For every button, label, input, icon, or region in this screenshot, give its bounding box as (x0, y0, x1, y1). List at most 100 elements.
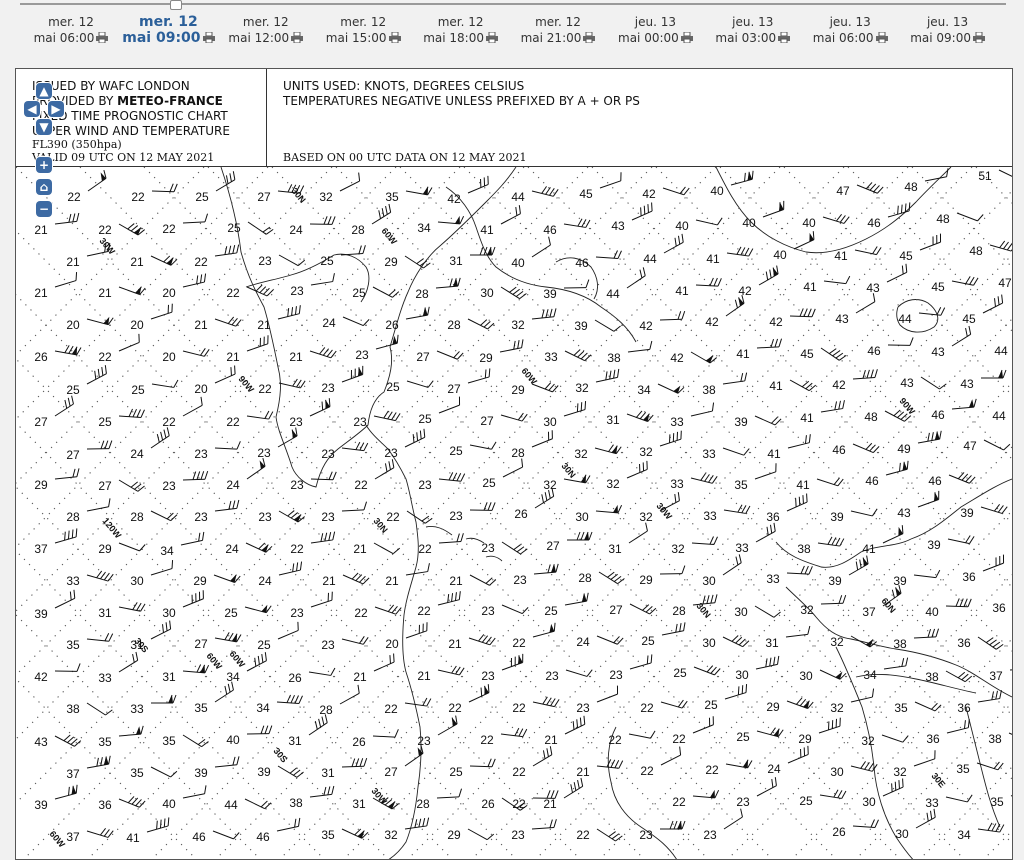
wind-barb (629, 203, 655, 220)
temperature-value: 45 (899, 249, 913, 263)
pan-right-button[interactable]: ▶ (48, 101, 64, 117)
wind-barb (566, 662, 592, 677)
timestep-4[interactable]: mer. 12mai 18:00 (413, 14, 509, 46)
home-button[interactable]: ⌂ (36, 179, 52, 195)
wind-barb (853, 818, 878, 828)
print-icon[interactable] (291, 32, 303, 43)
timestep-7[interactable]: jeu. 13mai 03:00 (705, 14, 801, 46)
timestep-time-label: mai 09:00 (122, 30, 200, 46)
wind-barb (502, 535, 527, 555)
print-icon[interactable] (203, 32, 215, 43)
pan-up-button[interactable]: ▲ (36, 83, 52, 99)
temperature-value: 21 (417, 669, 431, 683)
timestep-time: mai 00:00 (607, 30, 703, 46)
wind-barb (696, 277, 721, 286)
timestep-2[interactable]: mer. 12mai 12:00 (218, 14, 314, 46)
temperature-value: 45 (579, 187, 593, 201)
wind-barb (1009, 660, 1012, 670)
temperature-value: 28 (351, 223, 365, 237)
print-icon[interactable] (389, 32, 401, 43)
wind-barb (853, 437, 879, 454)
wind-barb (343, 568, 369, 585)
wind-barb (116, 334, 142, 351)
temperature-value: 30 (862, 795, 876, 809)
wind-barb (727, 245, 753, 256)
wind-barb (470, 437, 496, 450)
timestep-6[interactable]: jeu. 13mai 00:00 (607, 14, 703, 46)
slider-track[interactable] (20, 3, 1006, 5)
wind-temperature-map[interactable]: 2222252732354244454240474851212222252428… (16, 167, 1012, 860)
wind-barb (151, 504, 177, 522)
timestep-day: mer. 12 (218, 14, 314, 30)
temperature-value: 40 (925, 605, 939, 619)
temperature-value: 34 (637, 383, 651, 397)
wind-barb (948, 326, 973, 346)
wind-barb (663, 180, 689, 195)
grid-line (80, 167, 780, 860)
units-text: UNITS USED: KNOTS, DEGREES CELSIUS (283, 79, 524, 93)
temperature-value: 23 (355, 348, 369, 362)
wind-barb (119, 217, 145, 236)
wind-barb (855, 242, 881, 255)
wind-barb (596, 503, 622, 513)
wind-barb (215, 311, 241, 327)
pan-left-button[interactable]: ◀ (24, 101, 40, 117)
temperature-value: 25 (544, 604, 558, 618)
print-icon[interactable] (973, 32, 985, 43)
wind-barb (567, 532, 592, 540)
print-icon[interactable] (778, 32, 790, 43)
wind-barb (912, 809, 938, 828)
pan-down-button[interactable]: ▼ (36, 119, 52, 135)
wind-barb (245, 599, 271, 613)
wind-barb (181, 785, 207, 798)
wind-barb (752, 523, 778, 542)
temperature-value: 27 (609, 603, 623, 617)
chart-header-left: ISSUED BY WAFC LONDON PROVIDED BY METEO-… (16, 69, 267, 166)
wind-barb (723, 630, 749, 648)
timestep-1[interactable]: mer. 12mai 09:00 (120, 14, 216, 46)
print-icon[interactable] (681, 32, 693, 43)
timestep-9[interactable]: jeu. 13mai 09:00 (900, 14, 996, 46)
print-icon[interactable] (583, 32, 595, 43)
temperature-value: 38 (66, 702, 80, 716)
temperature-value: 28 (672, 604, 686, 618)
wind-barb (374, 536, 400, 555)
wind-barb (977, 690, 1003, 702)
temperature-value: 39 (34, 607, 48, 621)
grid-label: 30W (97, 236, 117, 257)
print-icon[interactable] (486, 32, 498, 43)
wind-barb (852, 293, 878, 313)
temperature-value: 21 (544, 733, 558, 747)
slider-handle[interactable] (170, 0, 182, 10)
zoom-out-button[interactable]: − (36, 201, 52, 217)
temperature-value: 41 (796, 478, 810, 492)
temperature-value: 32 (511, 318, 525, 332)
temperature-value: 25 (224, 606, 238, 620)
temperature-value: 42 (34, 670, 48, 684)
wind-barb (689, 403, 715, 416)
grid-line (592, 167, 1012, 860)
timestep-5[interactable]: mer. 12mai 21:00 (510, 14, 606, 46)
timestep-0[interactable]: mer. 12mai 06:00 (23, 14, 119, 46)
wind-barb (785, 626, 811, 637)
timestep-8[interactable]: jeu. 13mai 06:00 (802, 14, 898, 46)
temperature-value: 30 (575, 510, 589, 524)
temperature-value: 22 (131, 190, 145, 204)
temperature-value: 26 (34, 350, 48, 364)
wind-barb (821, 595, 846, 604)
temperature-value: 22 (640, 701, 654, 715)
temperature-value: 26 (832, 825, 846, 839)
zoom-in-button[interactable]: + (36, 157, 52, 173)
wind-barb (342, 440, 368, 451)
time-slider[interactable]: mer. 12mai 06:00mer. 12mai 09:00mer. 12m… (0, 0, 1024, 60)
timestep-day: mer. 12 (120, 14, 216, 30)
print-icon[interactable] (96, 32, 108, 43)
timestep-3[interactable]: mer. 12mai 15:00 (315, 14, 411, 46)
temperature-value: 35 (385, 190, 399, 204)
temperature-value: 23 (290, 478, 304, 492)
print-icon[interactable] (876, 32, 888, 43)
temperature-value: 22 (67, 190, 81, 204)
wind-barb (820, 663, 846, 681)
wind-barb (53, 785, 79, 799)
temperature-value: 21 (34, 286, 48, 300)
